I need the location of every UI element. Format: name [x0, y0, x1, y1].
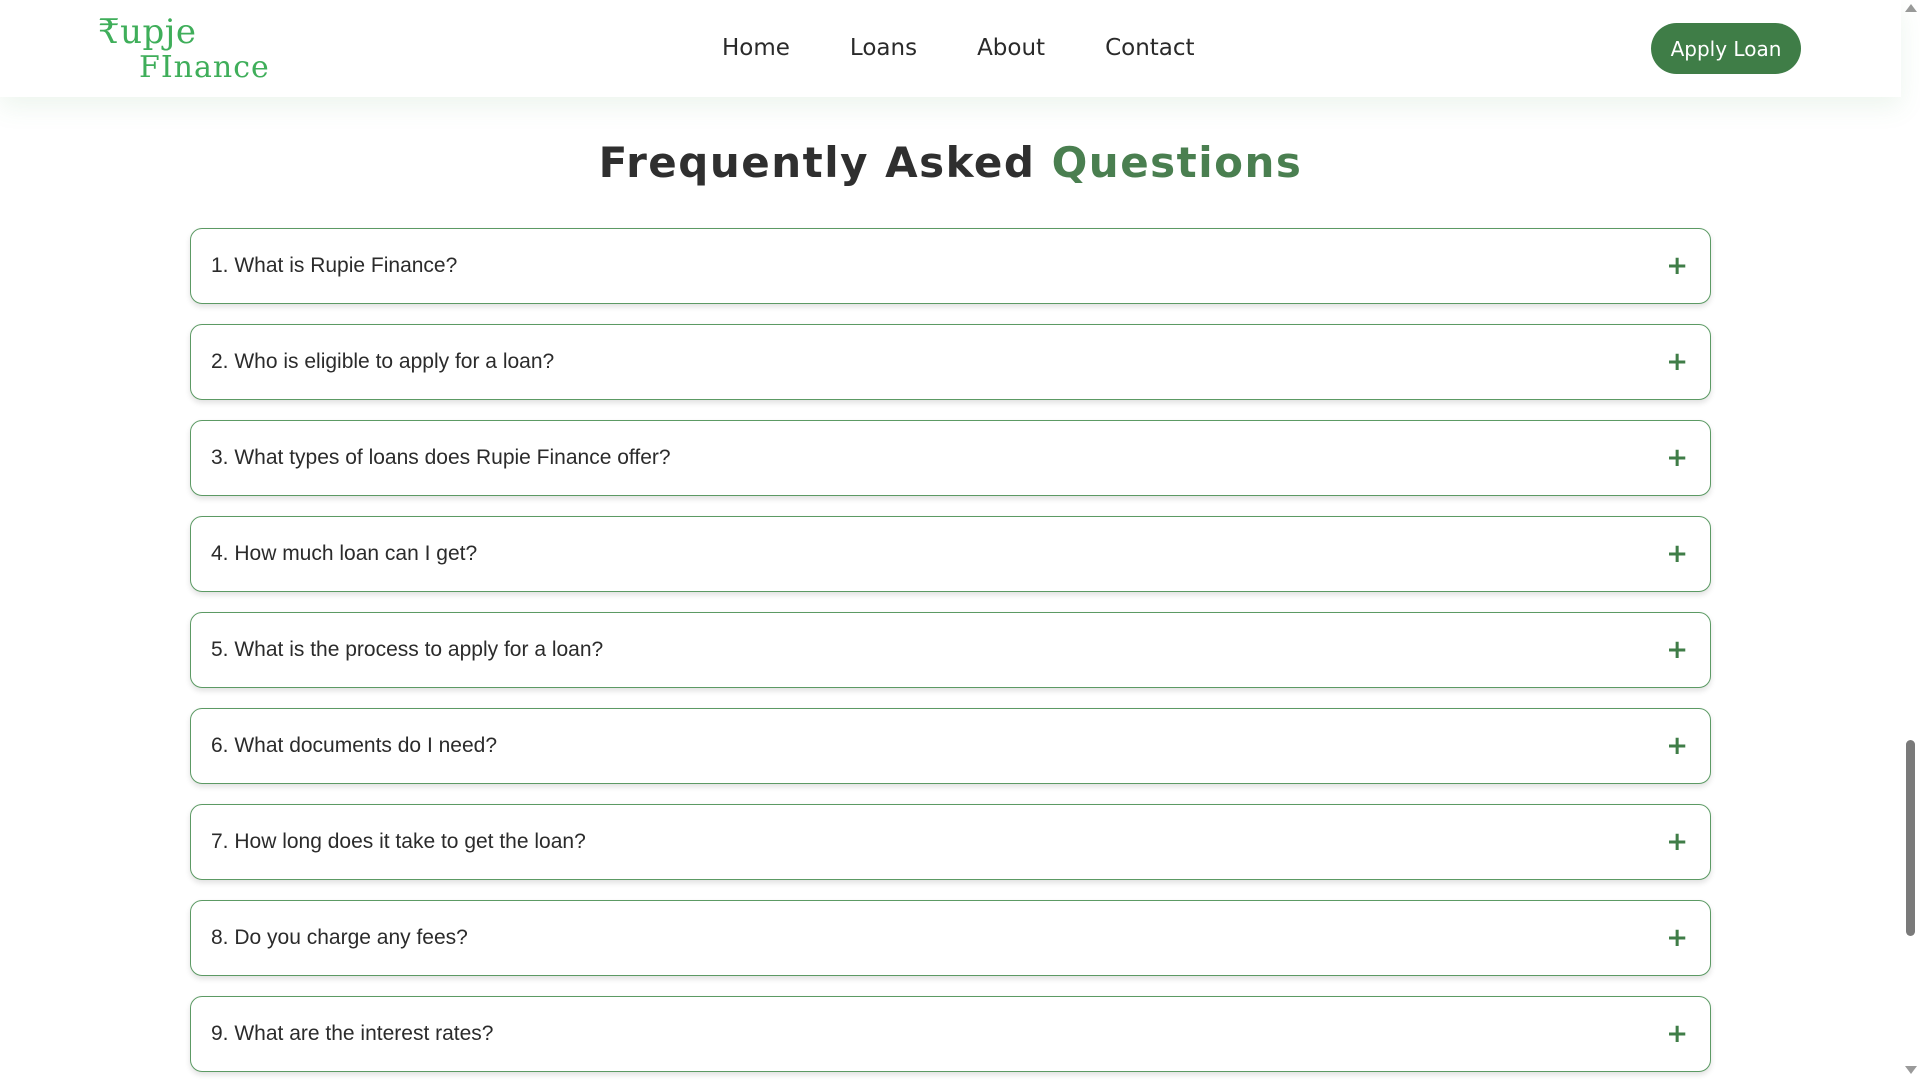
faq-question: 7. How long does it take to get the loan… — [211, 830, 586, 853]
faq-item-6[interactable]: 6. What documents do I need? + — [190, 708, 1711, 784]
site-header: ₹upje FInance Home Loans About Contact A… — [0, 0, 1901, 97]
faq-item-4[interactable]: 4. How much loan can I get? + — [190, 516, 1711, 592]
nav-about-link[interactable]: About — [977, 28, 1045, 68]
nav-contact-link[interactable]: Contact — [1105, 28, 1194, 68]
main-nav: Home Loans About Contact — [722, 28, 1255, 68]
rupie-finance-logo[interactable]: ₹upje FInance — [98, 12, 269, 84]
faq-list: 1. What is Rupie Finance? + 2. Who is el… — [190, 228, 1711, 1080]
plus-icon[interactable]: + — [1666, 637, 1688, 663]
faq-item-5[interactable]: 5. What is the process to apply for a lo… — [190, 612, 1711, 688]
plus-icon[interactable]: + — [1666, 1021, 1688, 1047]
faq-question: 8. Do you charge any fees? — [211, 926, 468, 949]
faq-heading: Frequently Asked Questions — [0, 138, 1901, 187]
plus-icon[interactable]: + — [1666, 445, 1688, 471]
vertical-scrollbar[interactable] — [1901, 0, 1920, 1080]
plus-icon[interactable]: + — [1666, 253, 1688, 279]
plus-icon[interactable]: + — [1666, 349, 1688, 375]
scroll-down-arrow-icon[interactable] — [1905, 1066, 1917, 1074]
scroll-up-arrow-icon[interactable] — [1905, 4, 1917, 12]
page: ₹upje FInance Home Loans About Contact A… — [0, 0, 1920, 1080]
plus-icon[interactable]: + — [1666, 733, 1688, 759]
faq-item-2[interactable]: 2. Who is eligible to apply for a loan? … — [190, 324, 1711, 400]
faq-item-1[interactable]: 1. What is Rupie Finance? + — [190, 228, 1711, 304]
faq-question: 4. How much loan can I get? — [211, 542, 478, 565]
faq-question: 3. What types of loans does Rupie Financ… — [211, 446, 671, 469]
nav-loans-link[interactable]: Loans — [850, 28, 917, 68]
faq-question: 1. What is Rupie Finance? — [211, 254, 458, 277]
faq-question: 2. Who is eligible to apply for a loan? — [211, 350, 555, 373]
plus-icon[interactable]: + — [1666, 925, 1688, 951]
apply-loan-button[interactable]: Apply Loan — [1651, 23, 1801, 74]
nav-home-link[interactable]: Home — [722, 28, 790, 68]
faq-question: 5. What is the process to apply for a lo… — [211, 638, 604, 661]
logo-line-2: FInance — [139, 50, 270, 85]
faq-item-3[interactable]: 3. What types of loans does Rupie Financ… — [190, 420, 1711, 496]
faq-heading-accent: Questions — [1051, 138, 1303, 187]
plus-icon[interactable]: + — [1666, 541, 1688, 567]
logo-line-1: ₹upje — [98, 12, 197, 52]
faq-item-7[interactable]: 7. How long does it take to get the loan… — [190, 804, 1711, 880]
faq-heading-main: Frequently Asked — [598, 138, 1036, 187]
faq-item-8[interactable]: 8. Do you charge any fees? + — [190, 900, 1711, 976]
plus-icon[interactable]: + — [1666, 829, 1688, 855]
faq-item-9[interactable]: 9. What are the interest rates? + — [190, 996, 1711, 1072]
scrollbar-thumb[interactable] — [1906, 740, 1915, 936]
faq-question: 6. What documents do I need? — [211, 734, 498, 757]
faq-question: 9. What are the interest rates? — [211, 1022, 494, 1045]
